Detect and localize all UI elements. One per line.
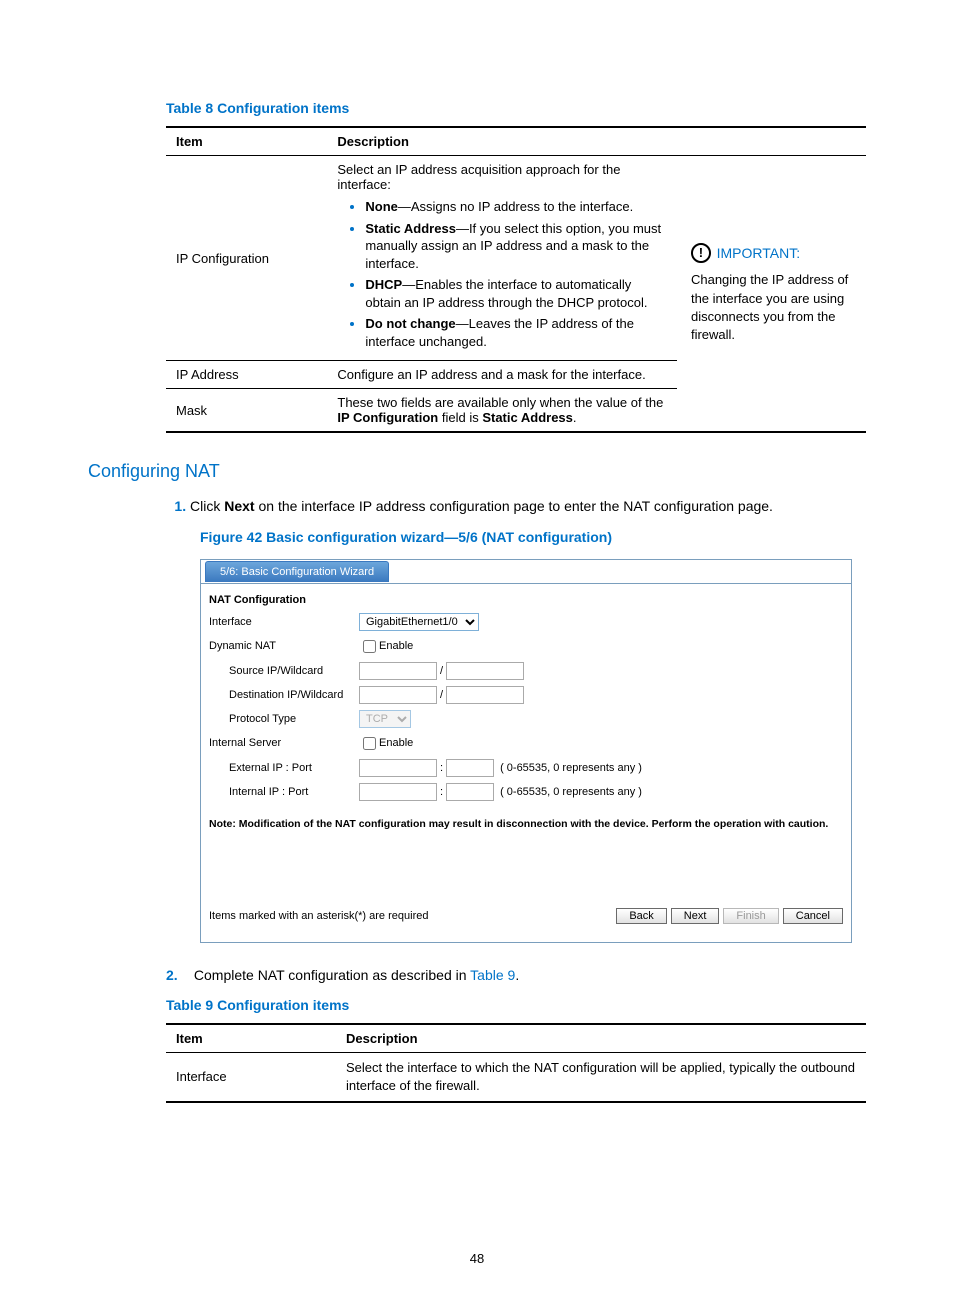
dest-ip-input[interactable] [359, 686, 437, 704]
enable-label-1: Enable [379, 640, 413, 652]
external-ip-input[interactable] [359, 759, 437, 777]
external-port-hint: ( 0-65535, 0 represents any ) [500, 762, 642, 774]
table9: Item Description Interface Select the in… [166, 1023, 866, 1103]
table8-caption: Table 8 Configuration items [166, 100, 866, 116]
label-source: Source IP/Wildcard [209, 665, 359, 677]
wizard-section-title: NAT Configuration [201, 590, 851, 610]
wizard-tab: 5/6: Basic Configuration Wizard [205, 561, 389, 582]
wizard-screenshot: 5/6: Basic Configuration Wizard NAT Conf… [200, 559, 852, 943]
internal-server-checkbox[interactable] [363, 737, 376, 750]
label-dynamic-nat: Dynamic NAT [209, 640, 359, 652]
table8: Item Description IP Configuration Select… [166, 126, 866, 433]
table8-ipaddr-item: IP Address [166, 361, 327, 389]
table9-header-desc: Description [336, 1024, 866, 1053]
table8-mask-desc: These two fields are available only when… [327, 389, 677, 433]
table8-ipconfig-desc: Select an IP address acquisition approac… [327, 156, 677, 361]
slash-2: / [440, 689, 443, 701]
table9-caption: Table 9 Configuration items [166, 997, 866, 1013]
table8-bullet-none: None—Assigns no IP address to the interf… [365, 198, 667, 216]
table8-ipaddr-desc: Configure an IP address and a mask for t… [327, 361, 677, 389]
required-text: Items marked with an asterisk(*) are req… [209, 910, 428, 922]
wizard-note: Note: Modification of the NAT configurat… [201, 804, 851, 834]
table8-header-item: Item [166, 127, 327, 156]
colon-1: : [440, 762, 443, 774]
label-external-ip-port: External IP : Port [209, 762, 359, 774]
table9-interface-desc: Select the interface to which the NAT co… [336, 1052, 866, 1102]
cancel-button[interactable]: Cancel [783, 908, 843, 924]
important-title: IMPORTANT: [717, 245, 801, 261]
table8-ipconfig-intro: Select an IP address acquisition approac… [337, 162, 667, 192]
enable-label-2: Enable [379, 737, 413, 749]
dest-wildcard-input[interactable] [446, 686, 524, 704]
interface-select[interactable]: GigabitEthernet1/0 [359, 613, 479, 631]
internal-port-hint: ( 0-65535, 0 represents any ) [500, 786, 642, 798]
source-wildcard-input[interactable] [446, 662, 524, 680]
label-protocol: Protocol Type [209, 713, 359, 725]
label-destination: Destination IP/Wildcard [209, 689, 359, 701]
label-internal-ip-port: Internal IP : Port [209, 786, 359, 798]
source-ip-input[interactable] [359, 662, 437, 680]
page-number: 48 [0, 1251, 954, 1266]
label-internal-server: Internal Server [209, 737, 359, 749]
internal-ip-input[interactable] [359, 783, 437, 801]
dynamic-nat-checkbox[interactable] [363, 640, 376, 653]
next-button[interactable]: Next [671, 908, 720, 924]
slash-1: / [440, 665, 443, 677]
table8-bullet-static: Static Address—If you select this option… [365, 220, 667, 273]
step-2: Complete NAT configuration as described … [190, 967, 866, 983]
table8-bullet-nochange: Do not change—Leaves the IP address of t… [365, 315, 667, 350]
important-text: Changing the IP address of the interface… [691, 271, 856, 344]
colon-2: : [440, 786, 443, 798]
protocol-select: TCP [359, 710, 411, 728]
table9-header-item: Item [166, 1024, 336, 1053]
important-icon: ! [691, 243, 711, 263]
section-heading: Configuring NAT [88, 461, 866, 482]
table8-mask-item: Mask [166, 389, 327, 433]
external-port-input[interactable] [446, 759, 494, 777]
table8-header-desc: Description [327, 127, 677, 156]
label-interface: Interface [209, 616, 359, 628]
internal-port-input[interactable] [446, 783, 494, 801]
finish-button: Finish [723, 908, 778, 924]
table9-link[interactable]: Table 9 [470, 967, 515, 983]
important-cell: ! IMPORTANT: Changing the IP address of … [677, 156, 866, 433]
table9-interface-item: Interface [166, 1052, 336, 1102]
step-1: Click Next on the interface IP address c… [190, 496, 866, 516]
figure-caption: Figure 42 Basic configuration wizard—5/6… [200, 529, 866, 545]
table8-ipconfig-item: IP Configuration [166, 156, 327, 361]
back-button[interactable]: Back [616, 908, 666, 924]
table8-bullet-dhcp: DHCP—Enables the interface to automatica… [365, 276, 667, 311]
